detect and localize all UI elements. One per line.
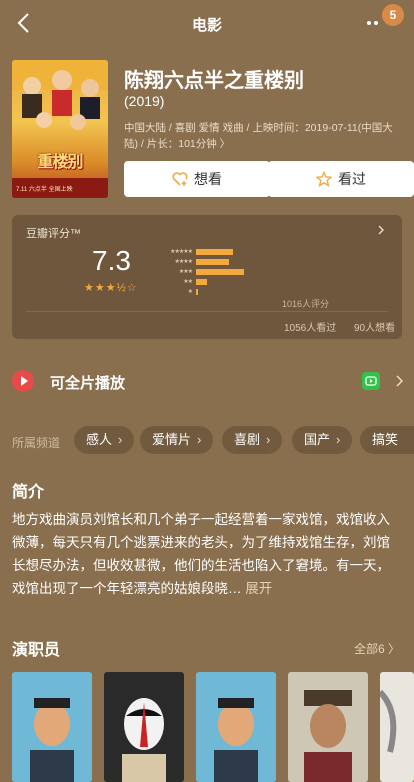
cast-photo[interactable] [104, 672, 184, 782]
rating-bar-track [196, 289, 382, 295]
chip-label: 国产 [304, 432, 331, 447]
page-title: 电影 [191, 17, 222, 34]
movie-year: (2019) [124, 93, 165, 109]
more-button[interactable]: 5 [366, 4, 404, 34]
channel-label: 所属频道 [12, 436, 61, 450]
rating-stars: ★★★½☆ [84, 282, 138, 294]
rating-score: 7.3 [92, 245, 131, 276]
rating-bar-track [196, 269, 382, 275]
chevron-right-icon: › [197, 432, 202, 447]
movie-title: 陈翔六点半之重楼别 [124, 70, 304, 92]
poster-release-text: 7.11 六点半 全国上映 [16, 187, 73, 193]
rating-distribution: ★★★★★ ★★★★ ★★★ ★★ ★ [154, 247, 384, 303]
rating-bar-row: ★★ [154, 277, 384, 287]
rating-bar-track [196, 259, 382, 265]
heart-plus-icon [172, 172, 188, 186]
rating-bar-row: ★★★ [154, 267, 384, 277]
divider [26, 311, 388, 312]
poster-illustration [12, 60, 108, 198]
rating-count: 1016人评分 [282, 299, 330, 309]
synopsis-title: 简介 [12, 484, 45, 501]
rating-bar-stars: ★★★★ [174, 259, 193, 265]
chip-label: 喜剧 [234, 432, 261, 447]
poster-title-art: 重楼别 [37, 154, 83, 171]
movie-poster[interactable]: 重楼别 7.11 六点半 全国上映 [12, 60, 108, 198]
rating-bar-fill [196, 249, 234, 255]
want-count: 90人想看 [354, 323, 396, 334]
chevron-right-icon [378, 225, 384, 235]
rating-bar-row: ★★★★★ [154, 247, 384, 257]
rating-bar-track [196, 249, 382, 255]
movie-meta[interactable]: 中国大陆 / 喜剧 爱情 戏曲 / 上映时间：2019-07-11(中国大陆) … [124, 120, 402, 152]
rating-bar-stars: ★★★★★ [170, 249, 193, 255]
rating-bar-stars: ★★★ [178, 269, 193, 275]
cast-all-link[interactable]: 全部6 〉 [354, 640, 400, 657]
channel-chip[interactable]: 搞笑 [360, 426, 414, 454]
iqiyi-logo-icon [365, 376, 377, 386]
full-play-label[interactable]: 可全片播放 [50, 372, 125, 393]
chip-label: 搞笑 [372, 432, 399, 447]
chevron-right-icon: › [266, 432, 271, 447]
iqiyi-icon[interactable] [362, 372, 380, 390]
channel-chip[interactable]: 国产 › [292, 426, 353, 454]
rating-bar-row: ★★★★ [154, 257, 384, 267]
channel-chip[interactable]: 感人 › [74, 426, 135, 454]
star-outline-icon [316, 171, 332, 187]
want-label: 想看 [194, 171, 222, 187]
seen-label: 看过 [338, 171, 366, 187]
rating-card[interactable]: 豆瓣评分™ 7.3 ★★★½☆ ★★★★★ ★★★★ ★★★ ★★ ★ 1016人评分 … [12, 215, 402, 339]
play-triangle-icon [21, 376, 28, 386]
rating-bar-fill [196, 289, 198, 295]
rating-bar-fill [196, 259, 230, 265]
chip-label: 爱情片 [152, 432, 192, 447]
seen-count: 1056人看过 [284, 323, 337, 334]
watched-button[interactable]: 看过 [268, 161, 414, 197]
expand-link[interactable]: 展开 [245, 581, 272, 596]
cast-photo[interactable] [380, 672, 414, 782]
rating-bar-fill [196, 269, 245, 275]
cast-photo[interactable] [12, 672, 92, 782]
rating-label: 豆瓣评分™ [26, 228, 81, 240]
cast-photo[interactable] [288, 672, 368, 782]
channel-chip[interactable]: 爱情片 › [140, 426, 214, 454]
want-to-watch-button[interactable]: 想看 [124, 161, 270, 197]
notification-badge: 5 [382, 4, 404, 26]
play-icon[interactable] [12, 370, 34, 392]
cast-photo[interactable] [196, 672, 276, 782]
chevron-right-icon: › [118, 432, 123, 447]
channel-chip[interactable]: 喜剧 › [222, 426, 283, 454]
chevron-right-icon[interactable] [394, 374, 406, 388]
rating-bar-fill [196, 279, 208, 285]
rating-bar-row: ★ [154, 287, 384, 297]
rating-bar-track [196, 279, 382, 285]
synopsis-text: 地方戏曲演员刘馆长和几个弟子一起经营着一家戏馆，戏馆收入微薄，每天只有几个逃票进… [12, 508, 398, 600]
cast-title: 演职员 [12, 642, 61, 659]
rating-bar-stars: ★★ [183, 279, 193, 285]
chip-label: 感人 [86, 432, 113, 447]
synopsis-body: 地方戏曲演员刘馆长和几个弟子一起经营着一家戏馆，戏馆收入微薄，每天只有几个逃票进… [12, 512, 390, 596]
rating-bar-stars: ★ [187, 289, 193, 295]
chevron-right-icon: › [336, 432, 341, 447]
